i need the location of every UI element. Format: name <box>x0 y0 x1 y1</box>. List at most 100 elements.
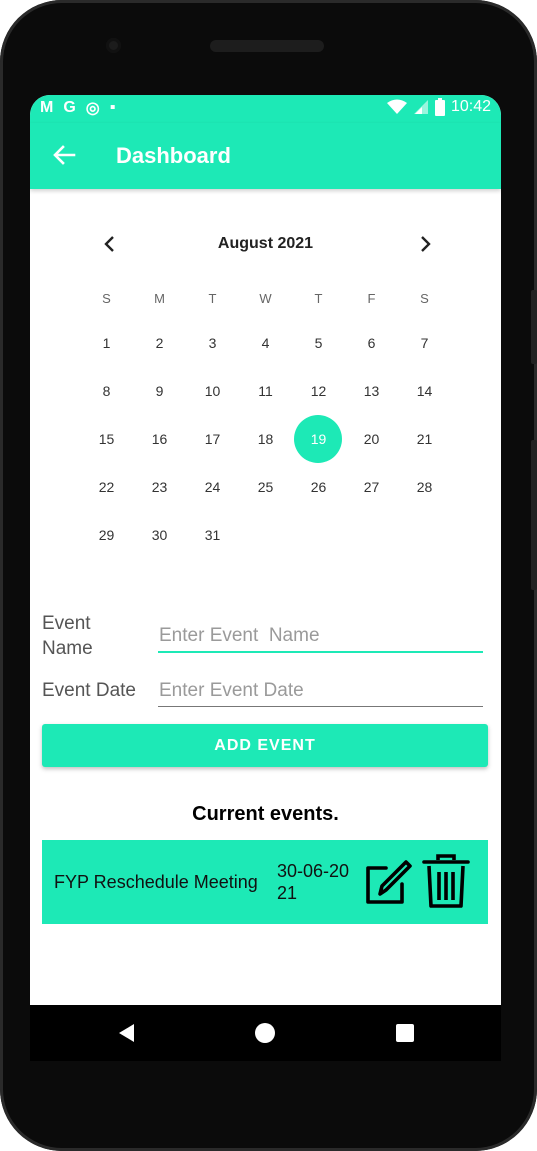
calendar-day[interactable]: 4 <box>239 319 292 367</box>
app-bar: Dashboard <box>30 123 501 189</box>
calendar-day[interactable]: 6 <box>345 319 398 367</box>
system-nav-bar <box>30 1005 501 1061</box>
calendar-day-number: 5 <box>314 335 323 351</box>
calendar-day-number: 30 <box>151 527 168 543</box>
volume-button <box>531 440 537 590</box>
event-date-input[interactable] <box>158 676 483 706</box>
calendar-day-number: 18 <box>257 431 274 447</box>
calendar-day[interactable]: 1 <box>80 319 133 367</box>
weekday-label: W <box>259 291 272 306</box>
calendar-day-number: 16 <box>151 431 168 447</box>
calendar-day[interactable]: 3 <box>186 319 239 367</box>
calendar-weekday-row: S M T W T F S <box>80 291 451 307</box>
battery-icon <box>434 98 445 116</box>
calendar-day-number: 13 <box>363 383 380 399</box>
cell-signal-icon <box>413 100 428 114</box>
weekday-label: M <box>154 291 165 306</box>
sd-card-icon: ▪ <box>109 99 116 116</box>
weekday-label: F <box>367 291 376 306</box>
weekday-label: S <box>420 291 429 306</box>
calendar-day[interactable]: 12 <box>292 367 345 415</box>
event-date-label: Event Date <box>42 680 136 701</box>
calendar-day[interactable]: 18 <box>239 415 292 463</box>
calendar-day-empty <box>239 511 292 559</box>
calendar-day-number: 8 <box>102 383 111 399</box>
front-camera <box>106 38 121 53</box>
calendar-day[interactable]: 20 <box>345 415 398 463</box>
calendar-day-number: 15 <box>98 431 115 447</box>
edit-icon[interactable] <box>360 856 412 908</box>
event-name-label: Event Name <box>42 611 93 661</box>
calendar-day-number: 25 <box>257 479 274 495</box>
calendar-day[interactable]: 26 <box>292 463 345 511</box>
power-button <box>531 290 537 364</box>
google-icon: G <box>63 99 76 116</box>
calendar-day[interactable]: 21 <box>398 415 451 463</box>
trash-icon[interactable] <box>422 854 470 910</box>
calendar-week-row: 22 23 24 25 26 27 28 <box>80 463 451 511</box>
calendar-day-number: 31 <box>204 527 221 543</box>
calendar-day-selected[interactable]: 19 <box>292 415 345 463</box>
calendar-day-empty <box>398 511 451 559</box>
calendar-day-number: 19 <box>310 431 327 447</box>
calendar-day[interactable]: 7 <box>398 319 451 367</box>
calendar-day-number: 7 <box>420 335 429 351</box>
calendar-day[interactable]: 5 <box>292 319 345 367</box>
clock: 10:42 <box>450 98 491 115</box>
current-events-title: Current events. <box>192 803 339 825</box>
calendar-day[interactable]: 27 <box>345 463 398 511</box>
calendar-day[interactable]: 28 <box>398 463 451 511</box>
calendar-day[interactable]: 15 <box>80 415 133 463</box>
calendar-header: August 2021 <box>30 233 501 255</box>
event-name-label-line: Event <box>42 613 91 634</box>
notification-icons: M G ◎ ▪ <box>40 98 115 118</box>
wifi-icon <box>386 99 407 114</box>
calendar-day-number: 29 <box>98 527 115 543</box>
calendar-day[interactable]: 17 <box>186 415 239 463</box>
calendar-day[interactable]: 10 <box>186 367 239 415</box>
nav-home-icon[interactable] <box>255 1023 275 1043</box>
calendar-day-number: 22 <box>98 479 115 495</box>
calendar-day-number: 1 <box>102 335 111 351</box>
calendar-day-number: 2 <box>155 335 164 351</box>
calendar-day[interactable]: 13 <box>345 367 398 415</box>
nav-recents-icon[interactable] <box>396 1024 414 1042</box>
page-title: Dashboard <box>116 143 231 168</box>
calendar-day-number: 10 <box>204 383 221 399</box>
event-name-underline <box>158 651 483 653</box>
calendar-week-row: 29 30 31 <box>80 511 451 559</box>
calendar-day[interactable]: 16 <box>133 415 186 463</box>
calendar-day[interactable]: 29 <box>80 511 133 559</box>
calendar-day[interactable]: 11 <box>239 367 292 415</box>
calendar-day[interactable]: 31 <box>186 511 239 559</box>
event-name: FYP Reschedule Meeting <box>54 872 258 892</box>
event-name-input[interactable] <box>158 621 483 651</box>
calendar-day-number: 20 <box>363 431 380 447</box>
calendar-day[interactable]: 24 <box>186 463 239 511</box>
nav-back-icon[interactable] <box>115 1021 139 1045</box>
calendar-day[interactable]: 8 <box>80 367 133 415</box>
sync-icon: ◎ <box>85 100 100 117</box>
calendar-day-number: 11 <box>258 383 273 399</box>
calendar-day[interactable]: 14 <box>398 367 451 415</box>
arrow-back-icon[interactable] <box>50 141 78 169</box>
calendar-day[interactable]: 22 <box>80 463 133 511</box>
calendar-day[interactable]: 25 <box>239 463 292 511</box>
app-screen: M G ◎ ▪ 10:42 Dashboard August 2021 S M … <box>30 95 501 1005</box>
event-date: 30-06-2021 <box>277 861 350 903</box>
event-date-underline <box>158 706 483 707</box>
calendar-day-number: 14 <box>416 383 433 399</box>
calendar-day[interactable]: 23 <box>133 463 186 511</box>
calendar-day[interactable]: 30 <box>133 511 186 559</box>
calendar-day-number: 3 <box>208 335 217 351</box>
calendar-day-number: 21 <box>416 431 433 447</box>
chevron-right-icon[interactable] <box>415 233 435 255</box>
calendar-day[interactable]: 9 <box>133 367 186 415</box>
add-event-button[interactable]: ADD EVENT <box>42 724 488 767</box>
calendar-week-row: 15 16 17 18 19 20 21 <box>80 415 451 463</box>
calendar-day-number: 26 <box>310 479 327 495</box>
calendar-day-number: 24 <box>204 479 221 495</box>
calendar-day-empty <box>292 511 345 559</box>
calendar-day[interactable]: 2 <box>133 319 186 367</box>
calendar-day-number: 23 <box>151 479 168 495</box>
